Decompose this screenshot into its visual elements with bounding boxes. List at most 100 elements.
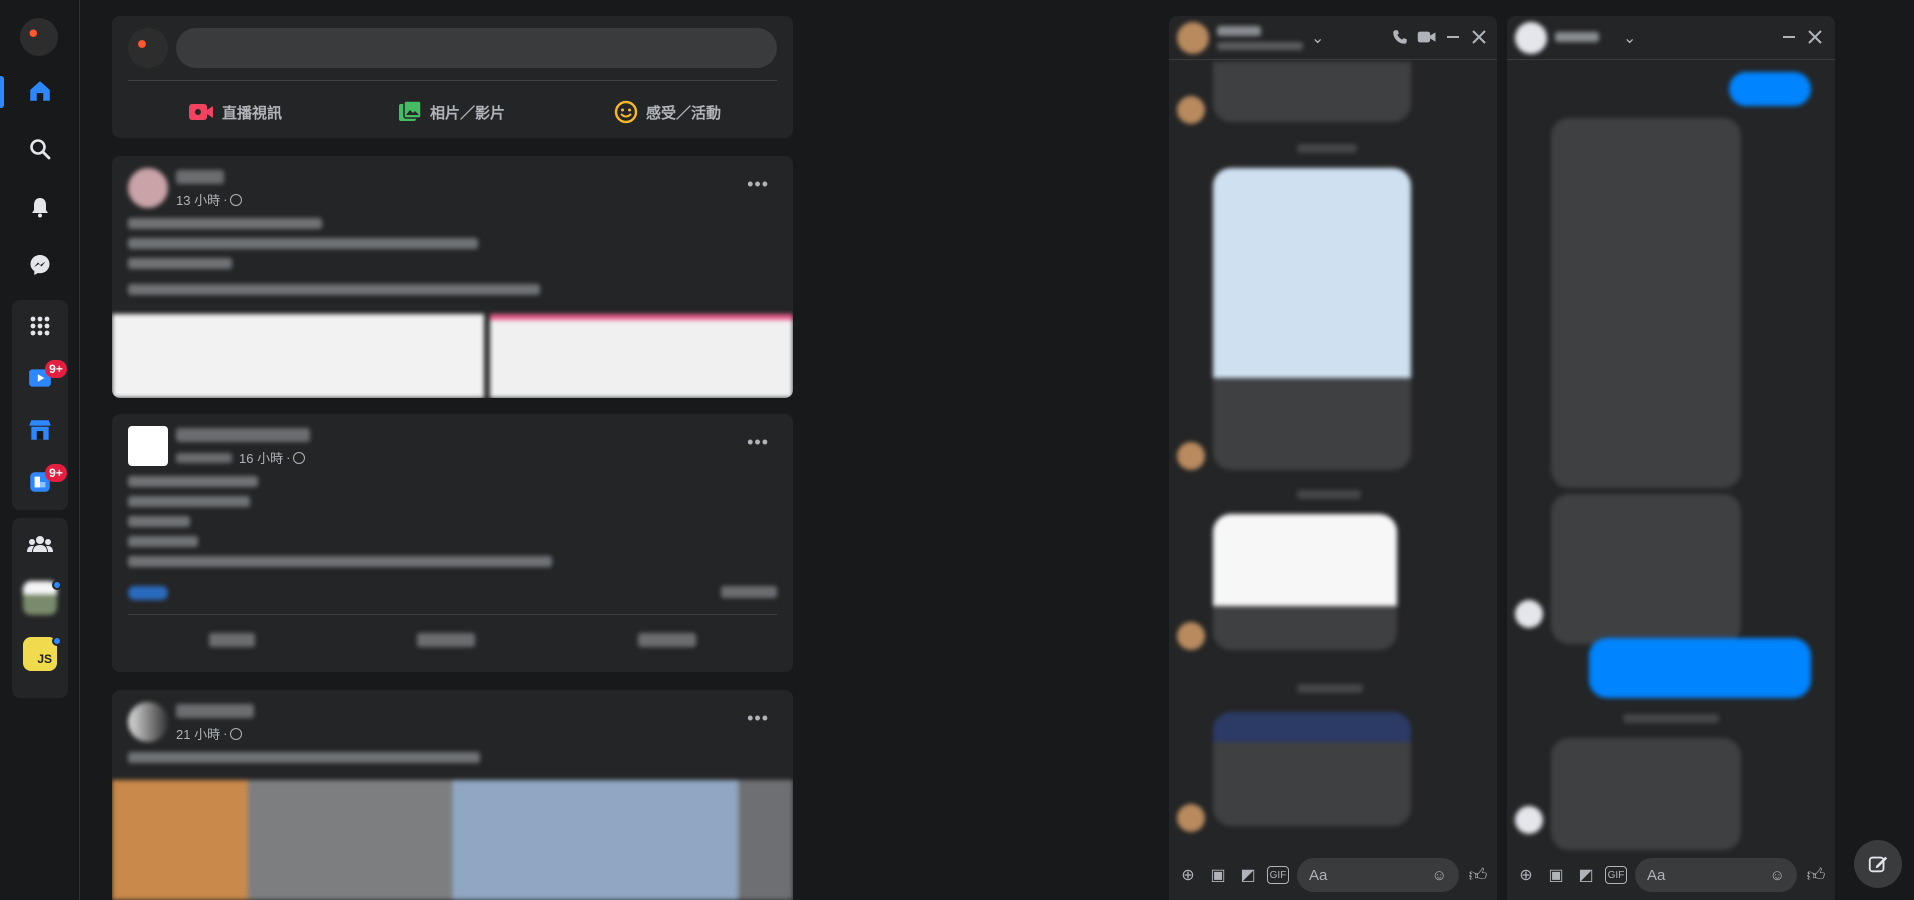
thumbs-up-icon[interactable]: 👍︎ [1805, 864, 1827, 886]
more-options-icon[interactable]: ••• [747, 174, 769, 195]
marketplace-nav[interactable] [12, 404, 68, 456]
chat-avatar [1177, 804, 1205, 832]
message-input[interactable]: Aa ☺ [1297, 858, 1459, 892]
groups-nav[interactable] [12, 518, 68, 570]
plus-icon[interactable]: ⊕ [1515, 864, 1537, 886]
compose-icon [1868, 856, 1888, 873]
timestamp-separator [1297, 490, 1361, 499]
smiley-icon [614, 100, 638, 124]
bell-icon [32, 198, 48, 218]
whats-on-your-mind-input[interactable] [176, 28, 777, 68]
timestamp-separator [1623, 714, 1719, 723]
phone-icon[interactable] [1391, 28, 1409, 46]
thumbs-up-icon[interactable]: 👍︎ [1467, 864, 1489, 886]
message-input-placeholder: Aa [1647, 866, 1666, 884]
divider [128, 614, 777, 615]
new-message-button[interactable] [1854, 840, 1902, 888]
shortcuts-group: 9+ 9+ [12, 300, 68, 510]
image-icon[interactable]: ▣ [1207, 864, 1229, 886]
chevron-down-icon[interactable]: ⌄ [1311, 28, 1324, 48]
shared-post-card[interactable] [1213, 168, 1411, 470]
reactions-row[interactable] [128, 586, 777, 600]
watch-badge: 9+ [45, 360, 67, 378]
close-icon[interactable] [1807, 28, 1823, 46]
chat-avatar [1177, 622, 1205, 650]
chat-contact-status [1217, 42, 1303, 50]
comment-button[interactable] [417, 633, 476, 647]
gif-icon[interactable]: GIF [1605, 866, 1627, 884]
emoji-icon[interactable]: ☺ [1432, 867, 1447, 884]
chat-contact-name[interactable] [1555, 32, 1599, 42]
pages-nav[interactable]: 9+ [12, 456, 68, 508]
sticker-icon[interactable]: ◩ [1575, 864, 1597, 886]
chevron-down-icon[interactable]: ⌄ [1623, 28, 1636, 48]
notifications-nav[interactable] [12, 178, 68, 236]
watch-nav[interactable]: 9+ [12, 352, 68, 404]
divider [128, 80, 777, 81]
post-author-avatar[interactable] [128, 702, 168, 742]
post-author-name[interactable] [176, 170, 224, 184]
post-actions [128, 622, 777, 658]
live-video-button[interactable]: 直播視訊 [188, 94, 282, 130]
globe-icon [293, 451, 306, 464]
post-author-avatar[interactable] [128, 168, 168, 208]
post-author-avatar[interactable] [128, 426, 168, 466]
chat-header: ⌄ [1507, 16, 1835, 60]
more-options-icon[interactable]: ••• [747, 432, 769, 453]
minimize-icon[interactable] [1445, 28, 1461, 46]
search-nav[interactable] [12, 120, 68, 178]
share-button[interactable] [637, 633, 696, 647]
post-time[interactable]: 16 小時 [239, 448, 283, 467]
post-meta: 21 小時 · [176, 724, 243, 743]
sent-message-bubble [1729, 72, 1811, 106]
chat-avatar [1515, 600, 1543, 628]
photo-video-button[interactable]: 相片／影片 [398, 94, 505, 130]
live-video-label: 直播視訊 [222, 104, 283, 122]
plus-icon[interactable]: ⊕ [1177, 864, 1199, 886]
post-author-name[interactable] [176, 704, 254, 718]
marketplace-icon [29, 420, 51, 440]
profile-avatar[interactable] [20, 18, 58, 56]
minimize-icon[interactable] [1781, 28, 1797, 46]
post-image[interactable] [112, 780, 793, 900]
more-options-icon[interactable]: ••• [747, 708, 769, 729]
photo-icon [399, 100, 422, 121]
message-input-placeholder: Aa [1309, 866, 1328, 884]
feeling-activity-label: 感受／活動 [646, 104, 722, 122]
chat-avatar[interactable] [1515, 22, 1547, 54]
image-icon[interactable]: ▣ [1545, 864, 1567, 886]
chat-window: ⌄ ⊕ ▣ ◩ GIF Aa ☺ 👍︎ [1169, 16, 1497, 900]
post-time[interactable]: 21 小時 [176, 724, 220, 743]
composer-avatar [128, 28, 168, 68]
chat-avatar [1515, 806, 1543, 834]
feeling-activity-button[interactable]: 感受／活動 [614, 94, 721, 130]
sticker-icon[interactable]: ◩ [1237, 864, 1259, 886]
group-shortcut-js[interactable]: JS [12, 626, 68, 682]
link-preview-card[interactable] [1213, 712, 1411, 826]
unread-dot [52, 580, 62, 590]
post-image[interactable] [112, 314, 793, 398]
chat-avatar[interactable] [1177, 22, 1209, 54]
chat-header: ⌄ [1169, 16, 1497, 60]
post-author-name[interactable] [176, 428, 310, 442]
like-button[interactable] [209, 633, 256, 647]
chat-contact-name[interactable] [1217, 26, 1261, 36]
message-input[interactable]: Aa ☺ [1635, 858, 1797, 892]
post-time[interactable]: 13 小時 [176, 190, 220, 209]
sent-message-bubble [1589, 638, 1811, 698]
groups-icon [27, 536, 53, 552]
home-nav[interactable] [0, 62, 68, 120]
emoji-icon[interactable]: ☺ [1770, 867, 1785, 884]
chat-avatar [1177, 442, 1205, 470]
close-icon[interactable] [1471, 28, 1487, 46]
feed-post: 13 小時 · ••• [112, 156, 793, 398]
timestamp-separator [1297, 684, 1363, 693]
link-preview-card[interactable] [1213, 514, 1397, 650]
messenger-nav[interactable] [12, 236, 68, 294]
video-call-icon[interactable] [1417, 28, 1437, 46]
search-icon [30, 139, 51, 160]
gif-icon[interactable]: GIF [1267, 866, 1289, 884]
menu-nav[interactable] [12, 300, 68, 352]
messenger-icon [30, 255, 50, 275]
group-shortcut-1[interactable] [12, 570, 68, 626]
